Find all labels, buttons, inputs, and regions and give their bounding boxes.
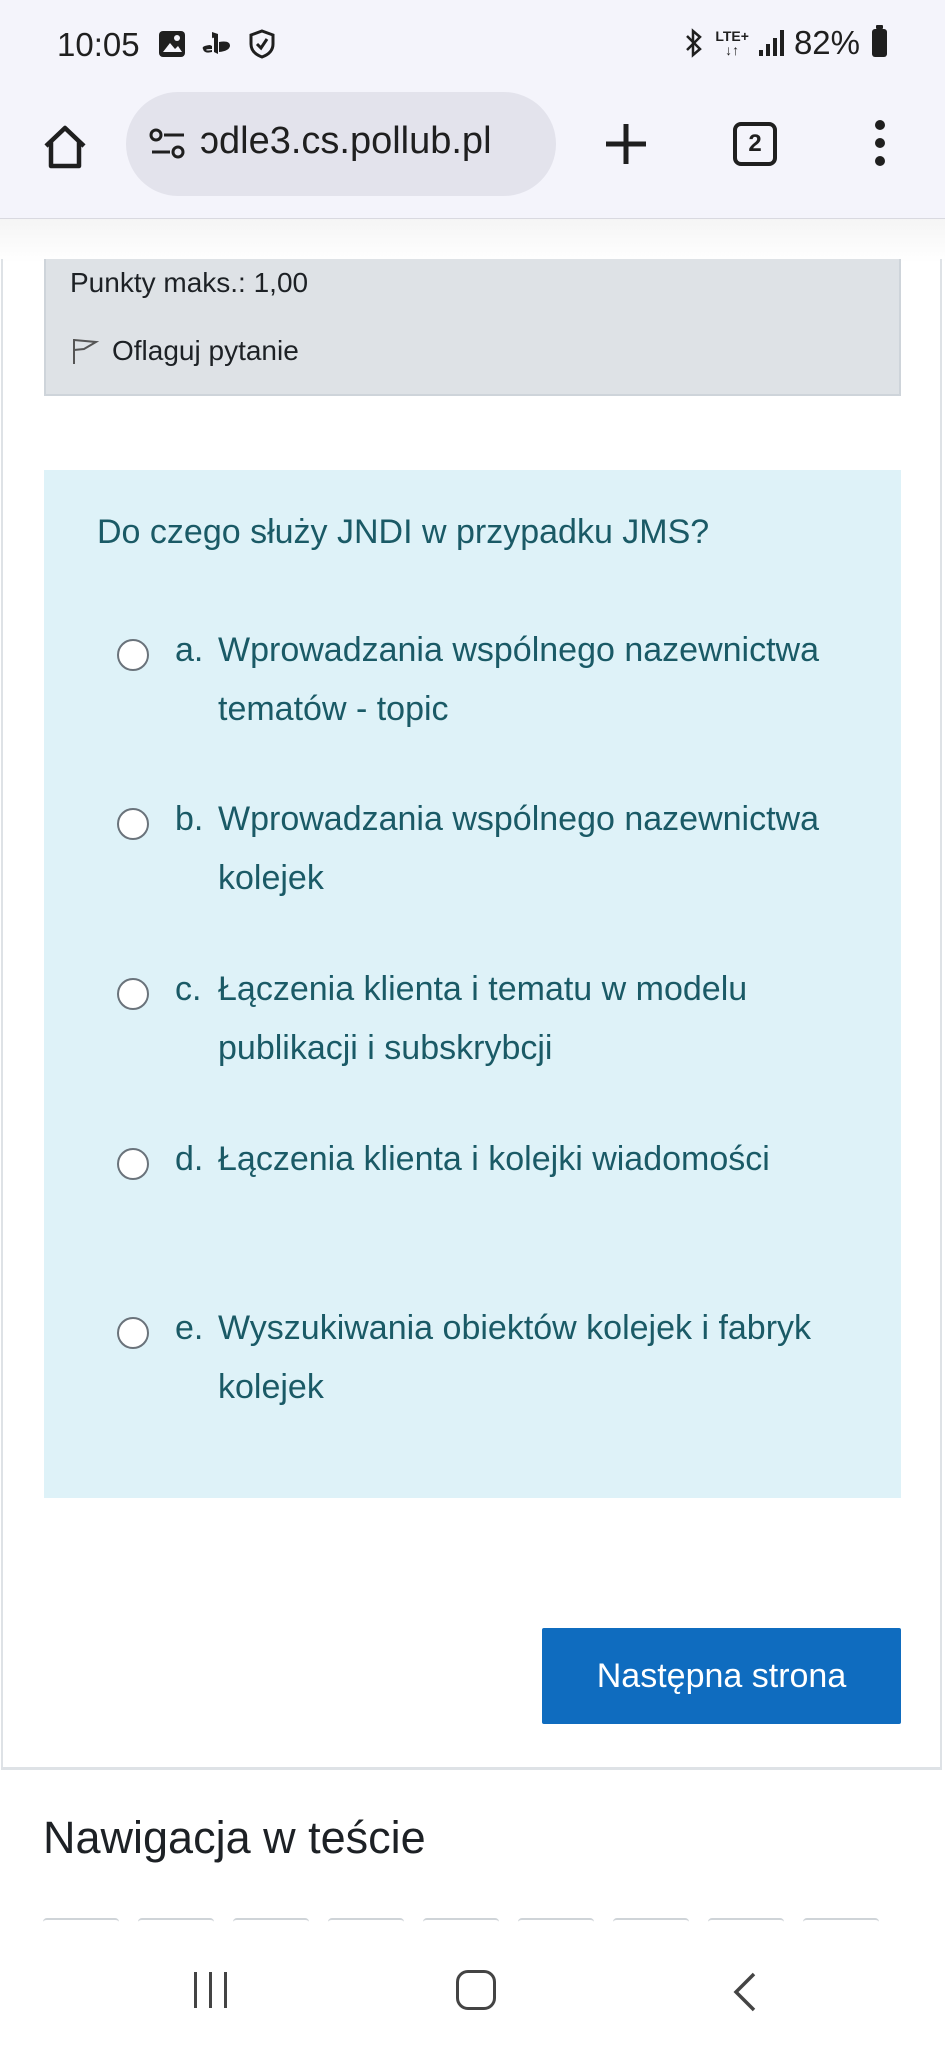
bluetooth-icon [686,28,703,58]
gallery-icon [159,31,185,57]
system-home-button[interactable] [456,1970,496,2010]
home-button[interactable] [34,116,96,178]
lte-label: LTE+ [715,28,749,44]
flag-question-link[interactable]: Oflaguj pytanie [70,335,299,367]
battery-percent: 82% [793,24,860,61]
answer-option-b[interactable]: b. Wprowadzania wspólnego nazewnictwa ko… [117,790,838,908]
answer-text[interactable]: Wyszukiwania obiektów kolejek i fabryk k… [218,1299,838,1417]
tab-switcher-button[interactable]: 2 [733,122,777,166]
quiz-navigation-title: Nawigacja w teście [43,1812,426,1863]
back-button[interactable] [730,1970,760,2019]
next-page-button[interactable]: Następna strona [542,1628,901,1724]
nav-tile[interactable] [803,1918,879,1928]
question-info-box: Punkty maks.: 1,00 Oflaguj pytanie [44,259,901,396]
nav-tile[interactable] [708,1918,784,1928]
dot [875,120,885,130]
answer-text[interactable]: Wprowadzania wspólnego nazewnictwa temat… [218,621,838,739]
more-menu-button[interactable] [870,120,890,172]
answer-letter: b. [175,800,204,838]
dot [875,156,885,166]
data-arrows-icon: ↓↑ [725,42,740,58]
lte-indicator: LTE+ ↓↑ [715,29,749,57]
new-tab-button[interactable] [596,114,656,174]
question-text: Do czego służy JNDI w przypadku JMS? [97,513,710,551]
answer-text[interactable]: Wprowadzania wspólnego nazewnictwa kolej… [218,790,838,908]
scroll-shadow [0,219,945,263]
address-bar[interactable]: ɔdle3.cs.pollub.pl [126,92,556,196]
answer-letter: c. [175,970,202,1008]
nav-tile[interactable] [328,1918,404,1928]
recents-icon-bar [224,1972,227,2008]
radio-button[interactable] [117,808,149,840]
radio-button[interactable] [117,978,149,1010]
nav-tile[interactable] [518,1918,594,1928]
answer-letter: e. [175,1309,204,1347]
shield-icon [249,29,275,59]
url-text[interactable]: ɔdle3.cs.pollub.pl [200,120,492,163]
nav-tile[interactable] [613,1918,689,1928]
system-nav-bar [0,1930,945,2048]
status-notification-icons [158,29,276,59]
back-icon [733,1972,756,2012]
answer-text[interactable]: Łączenia klienta i kolejki wiadomości [218,1130,838,1189]
answer-letter: d. [175,1140,204,1178]
flag-icon [73,339,100,364]
radio-button[interactable] [117,1148,149,1180]
recents-button[interactable] [194,1972,227,2008]
answer-text[interactable]: Łączenia klienta i tematu w modelu publi… [218,960,838,1078]
nav-tile[interactable] [138,1918,214,1928]
recents-icon-bar [209,1972,212,2008]
answer-option-c[interactable]: c. Łączenia klienta i tematu w modelu pu… [117,960,838,1078]
status-time: 10:05 [57,26,140,63]
recents-icon-bar [194,1972,197,2008]
page-content: Punkty maks.: 1,00 Oflaguj pytanie Do cz… [0,219,945,1770]
answer-option-e[interactable]: e. Wyszukiwania obiektów kolejek i fabry… [117,1299,838,1417]
plus-icon [606,124,646,164]
playstation-icon [202,32,230,54]
site-settings-icon[interactable] [148,126,188,162]
quiz-navigation-tiles [43,1918,879,1928]
nav-tile[interactable] [43,1918,119,1928]
answer-option-d[interactable]: d. Łączenia klienta i kolejki wiadomości [117,1130,838,1189]
max-points: Punkty maks.: 1,00 [70,267,309,298]
signal-icon [758,30,784,56]
battery-icon [872,25,887,57]
browser-toolbar: ɔdle3.cs.pollub.pl 2 [0,92,945,219]
radio-button[interactable] [117,639,149,671]
status-system-icons: LTE+ ↓↑ 82% [683,24,887,62]
nav-tile[interactable] [233,1918,309,1928]
answer-letter: a. [175,631,204,669]
dot [875,138,885,148]
home-icon [44,125,86,169]
status-bar: 10:05 LTE+ ↓↑ 82% [0,0,945,92]
flag-label[interactable]: Oflaguj pytanie [112,335,299,367]
question-box: Do czego służy JNDI w przypadku JMS? a. … [44,470,901,1498]
radio-button[interactable] [117,1317,149,1349]
nav-tile[interactable] [423,1918,499,1928]
answer-option-a[interactable]: a. Wprowadzania wspólnego nazewnictwa te… [117,621,838,739]
